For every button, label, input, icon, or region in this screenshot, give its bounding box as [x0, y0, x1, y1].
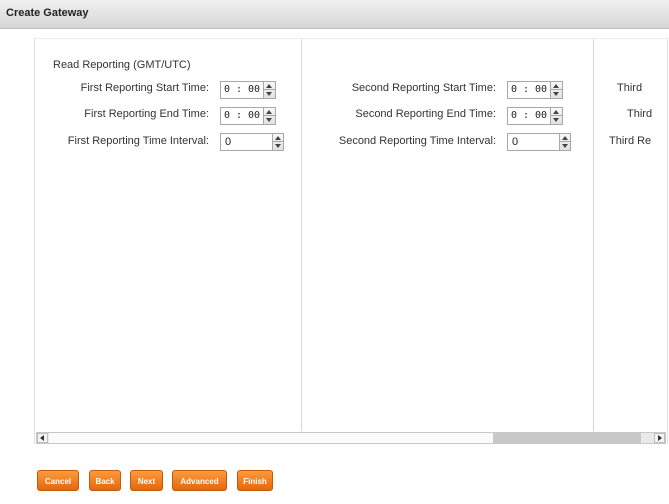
second-interval-spinner[interactable] [559, 134, 571, 150]
first-end-label: First Reporting End Time: [84, 108, 209, 120]
second-interval-value: 0 [512, 136, 519, 148]
dialog-title: Create Gateway [6, 7, 89, 19]
first-end-time-spinner[interactable] [263, 108, 275, 124]
first-start-time-spinner[interactable] [263, 82, 275, 98]
dialog-titlebar: Create Gateway [0, 0, 669, 29]
second-interval-input[interactable]: 0 [507, 133, 571, 151]
column-divider [301, 39, 302, 431]
second-start-time-spinner[interactable] [550, 82, 562, 98]
first-interval-label: First Reporting Time Interval: [67, 135, 209, 147]
first-start-time-value: 0 : 00 [223, 84, 261, 95]
second-end-time-spinner[interactable] [550, 108, 562, 124]
second-start-label: Second Reporting Start Time: [351, 82, 496, 94]
second-start-time-input[interactable]: 0 : 00 [507, 81, 563, 99]
back-button[interactable]: Back [89, 470, 121, 491]
second-end-time-value: 0 : 00 [510, 110, 548, 121]
column-divider [593, 39, 594, 431]
cancel-button[interactable]: Cancel [37, 470, 79, 491]
second-end-label: Second Reporting End Time: [355, 108, 496, 120]
first-interval-spinner[interactable] [272, 134, 284, 150]
scroll-track[interactable] [49, 433, 493, 443]
horizontal-scrollbar[interactable] [36, 432, 666, 444]
first-interval-value: 0 [225, 136, 232, 148]
second-start-time-value: 0 : 00 [510, 84, 548, 95]
scroll-right-icon[interactable] [654, 433, 665, 443]
first-end-time-input[interactable]: 0 : 00 [220, 107, 276, 125]
reporting-panel: Read Reporting (GMT/UTC) First Reporting… [34, 38, 668, 444]
finish-button[interactable]: Finish [237, 470, 273, 491]
first-start-label: First Reporting Start Time: [80, 82, 209, 94]
second-end-time-input[interactable]: 0 : 00 [507, 107, 563, 125]
third-end-label: Third [627, 108, 653, 120]
third-start-label: Third [617, 82, 643, 94]
advanced-button[interactable]: Advanced [172, 470, 227, 491]
section-label: Read Reporting (GMT/UTC) [53, 59, 191, 71]
first-end-time-value: 0 : 00 [223, 110, 261, 121]
create-gateway-dialog: Create Gateway Read Reporting (GMT/UTC) … [0, 0, 669, 504]
third-interval-label: Third Re [609, 135, 652, 147]
scroll-thumb[interactable] [493, 433, 641, 443]
second-interval-label: Second Reporting Time Interval: [338, 135, 496, 147]
first-start-time-input[interactable]: 0 : 00 [220, 81, 276, 99]
next-button[interactable]: Next [130, 470, 163, 491]
first-interval-input[interactable]: 0 [220, 133, 284, 151]
scroll-left-icon[interactable] [37, 433, 48, 443]
